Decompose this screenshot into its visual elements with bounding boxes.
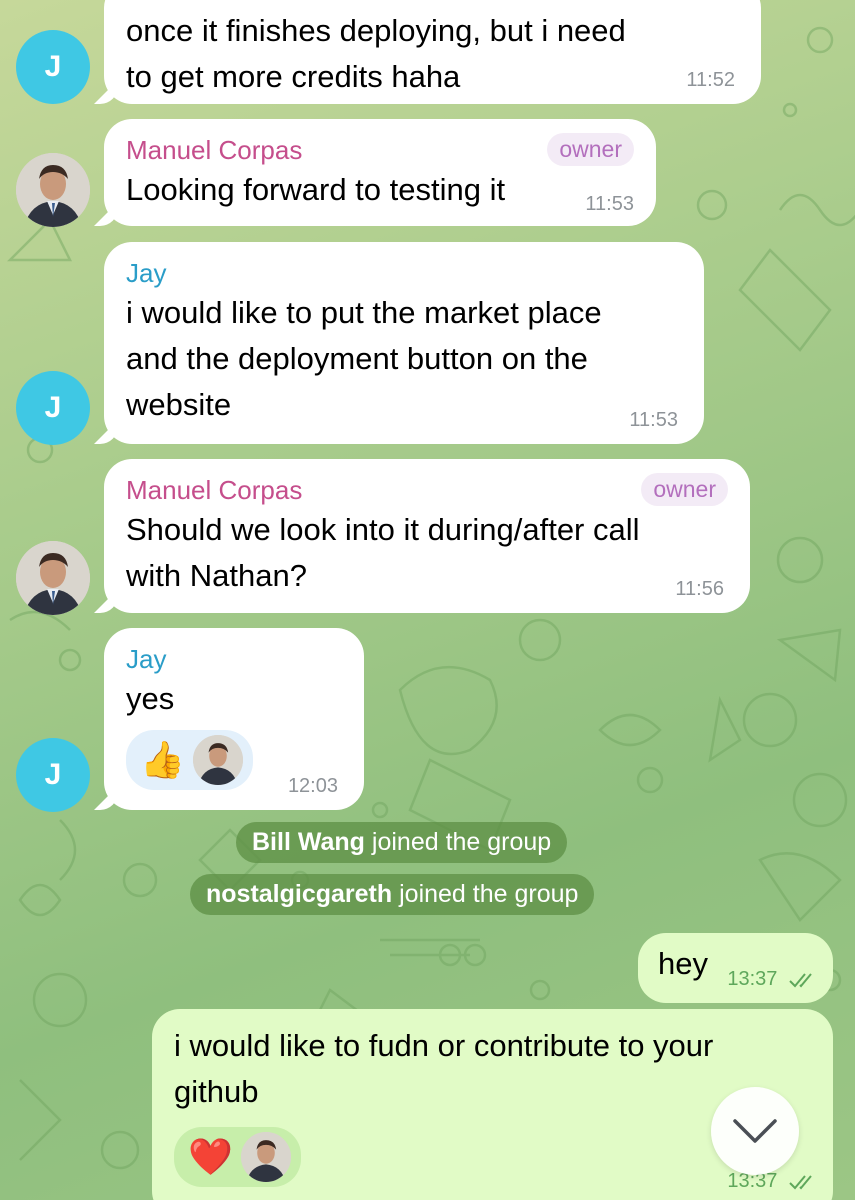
avatar-initial: J [44, 391, 62, 424]
message-line: website [126, 387, 232, 422]
message-text: once it finishes deploying, but i need t… [126, 8, 739, 100]
double-check-icon [789, 973, 812, 988]
scroll-to-bottom-button[interactable] [711, 1087, 799, 1175]
message-text: i would like to put the market place and… [126, 290, 682, 428]
message-line: Looking forward to testing it [126, 172, 506, 207]
avatar[interactable]: J [16, 371, 90, 445]
service-action: joined the group [399, 880, 579, 908]
avatar[interactable] [16, 541, 90, 615]
message-line: yes [126, 681, 175, 716]
service-user-name[interactable]: Bill Wang [252, 828, 365, 856]
outgoing-message-bubble[interactable]: hey 13:37 [638, 933, 833, 1003]
message-line: and the deployment button on the [126, 341, 588, 376]
reaction-chip[interactable]: 👍 [126, 730, 253, 790]
reaction-chip[interactable]: ❤️ [174, 1127, 301, 1187]
sender-name[interactable]: Manuel Corpas [126, 473, 728, 507]
message-line: Should we look into it during/after call [126, 512, 640, 547]
message-line: with Nathan? [126, 558, 307, 593]
message-time-text: 13:37 [727, 968, 778, 990]
chat-view[interactable]: once it finishes deploying, but i need t… [0, 0, 855, 1200]
service-action: joined the group [371, 828, 552, 856]
chevron-down-icon [733, 1119, 777, 1143]
message-bubble[interactable]: Manuel Corpas owner Should we look into … [104, 459, 750, 613]
avatar[interactable] [16, 153, 90, 227]
message-bubble[interactable]: Manuel Corpas owner Looking forward to t… [104, 119, 656, 226]
owner-badge: owner [641, 473, 728, 506]
message-bubble[interactable]: once it finishes deploying, but i need t… [104, 0, 761, 104]
thumbs-up-icon: 👍 [140, 739, 185, 780]
service-message: nostalgicgareth joined the group [190, 874, 595, 915]
message-time: 13:37 [727, 968, 817, 991]
heart-icon: ❤️ [188, 1136, 233, 1177]
message-time: 11:56 [675, 578, 724, 600]
sender-name[interactable]: Jay [126, 642, 342, 676]
message-line: hey [658, 946, 708, 981]
message-bubble[interactable]: Jay yes 👍 12:03 [104, 628, 364, 810]
sender-name[interactable]: Jay [126, 256, 682, 290]
message-line: i would like to fudn or contribute to yo… [174, 1028, 714, 1063]
message-time: 12:03 [287, 775, 338, 797]
avatar[interactable]: J [16, 30, 90, 104]
message-line: github [174, 1074, 259, 1109]
message-line: to get more credits haha [126, 59, 461, 94]
message-text: yes [126, 676, 342, 722]
reactor-avatar [240, 1132, 291, 1182]
avatar[interactable]: J [16, 738, 90, 812]
service-user-name[interactable]: nostalgicgareth [206, 880, 392, 908]
double-check-icon [789, 1175, 812, 1190]
message-text: Looking forward to testing it [126, 167, 634, 213]
message-time: 11:52 [686, 69, 735, 91]
message-line: i would like to put the market place [126, 295, 602, 330]
message-time: 11:53 [629, 409, 678, 431]
service-message: Bill Wang joined the group [236, 822, 568, 863]
message-bubble[interactable]: Jay i would like to put the market place… [104, 242, 704, 444]
message-text: Should we look into it during/after call… [126, 507, 728, 599]
message-time: 11:53 [585, 193, 634, 215]
message-text: i would like to fudn or contribute to yo… [174, 1023, 811, 1115]
avatar-initial: J [44, 50, 62, 83]
message-time: 13:37 [727, 1170, 817, 1193]
reactor-avatar [192, 735, 243, 785]
avatar-initial: J [44, 758, 62, 791]
owner-badge: owner [547, 133, 634, 166]
message-line: once it finishes deploying, but i need [126, 13, 626, 48]
